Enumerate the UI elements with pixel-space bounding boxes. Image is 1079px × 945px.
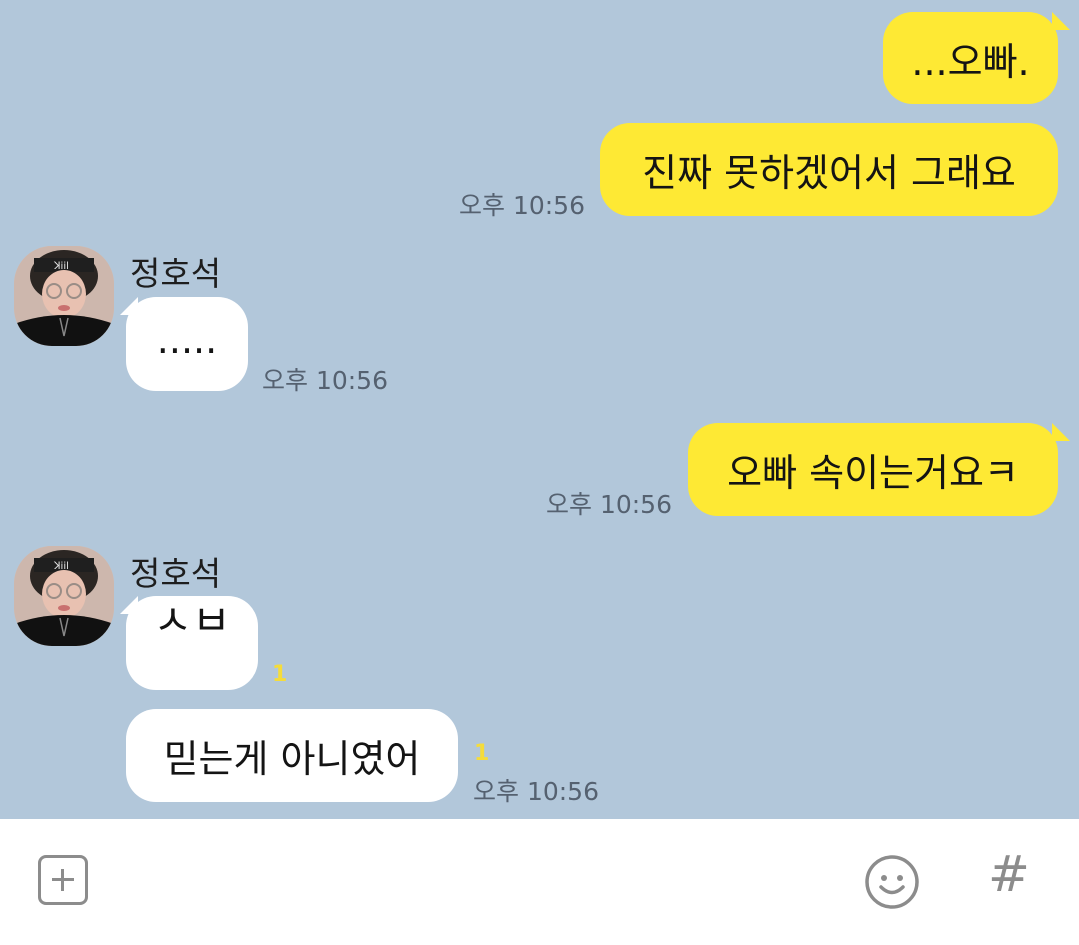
message-bubble-sent[interactable]: 진짜 못하겠어서 그래요 [600,123,1058,216]
message-text: 오빠 속이는거요ㅋ [727,451,1019,495]
message-text: ..... [156,318,218,362]
message-bubble-received[interactable]: 믿는게 아니였어 [126,709,458,802]
sender-name: 정호석 [130,254,222,293]
message-text: 진짜 못하겠어서 그래요 [642,151,1016,195]
profile-photo: ꓘiil [14,246,114,346]
chat-area[interactable]: ...오빠. 진짜 못하겠어서 그래요 오후 10:56 ꓘiil 정호석 ..… [0,0,1079,819]
message-text: 믿는게 아니였어 [163,737,421,781]
message-timestamp: 오후 10:56 [546,490,672,519]
message-bubble-received[interactable]: ..... [126,297,248,391]
message-timestamp: 오후 10:56 [459,191,585,220]
message-timestamp: 오후 10:56 [262,366,388,395]
message-bubble-sent[interactable]: ...오빠. [883,12,1058,104]
sender-name: 정호석 [130,554,222,593]
bubble-tail [120,297,138,315]
message-bubble-sent[interactable]: 오빠 속이는거요ㅋ [688,423,1058,516]
hash-icon[interactable]: # [988,849,1030,899]
message-bubble-received[interactable]: ㅅㅂ [126,596,258,690]
plus-square-icon[interactable] [38,855,88,905]
profile-photo: ꓘiil [14,546,114,646]
message-timestamp: 오후 10:56 [473,777,599,806]
bubble-tail [1052,423,1070,441]
unread-count: 1 [474,741,490,766]
avatar[interactable]: ꓘiil [14,546,114,646]
message-text: ㅅㅂ [153,596,231,645]
bubble-tail [120,596,138,614]
unread-count: 1 [272,662,288,687]
message-input-bar[interactable]: # [0,819,1079,945]
avatar[interactable]: ꓘiil [14,246,114,346]
message-text: ...오빠. [911,39,1030,84]
smiley-face-icon[interactable] [864,854,920,910]
bubble-tail [1052,12,1070,30]
